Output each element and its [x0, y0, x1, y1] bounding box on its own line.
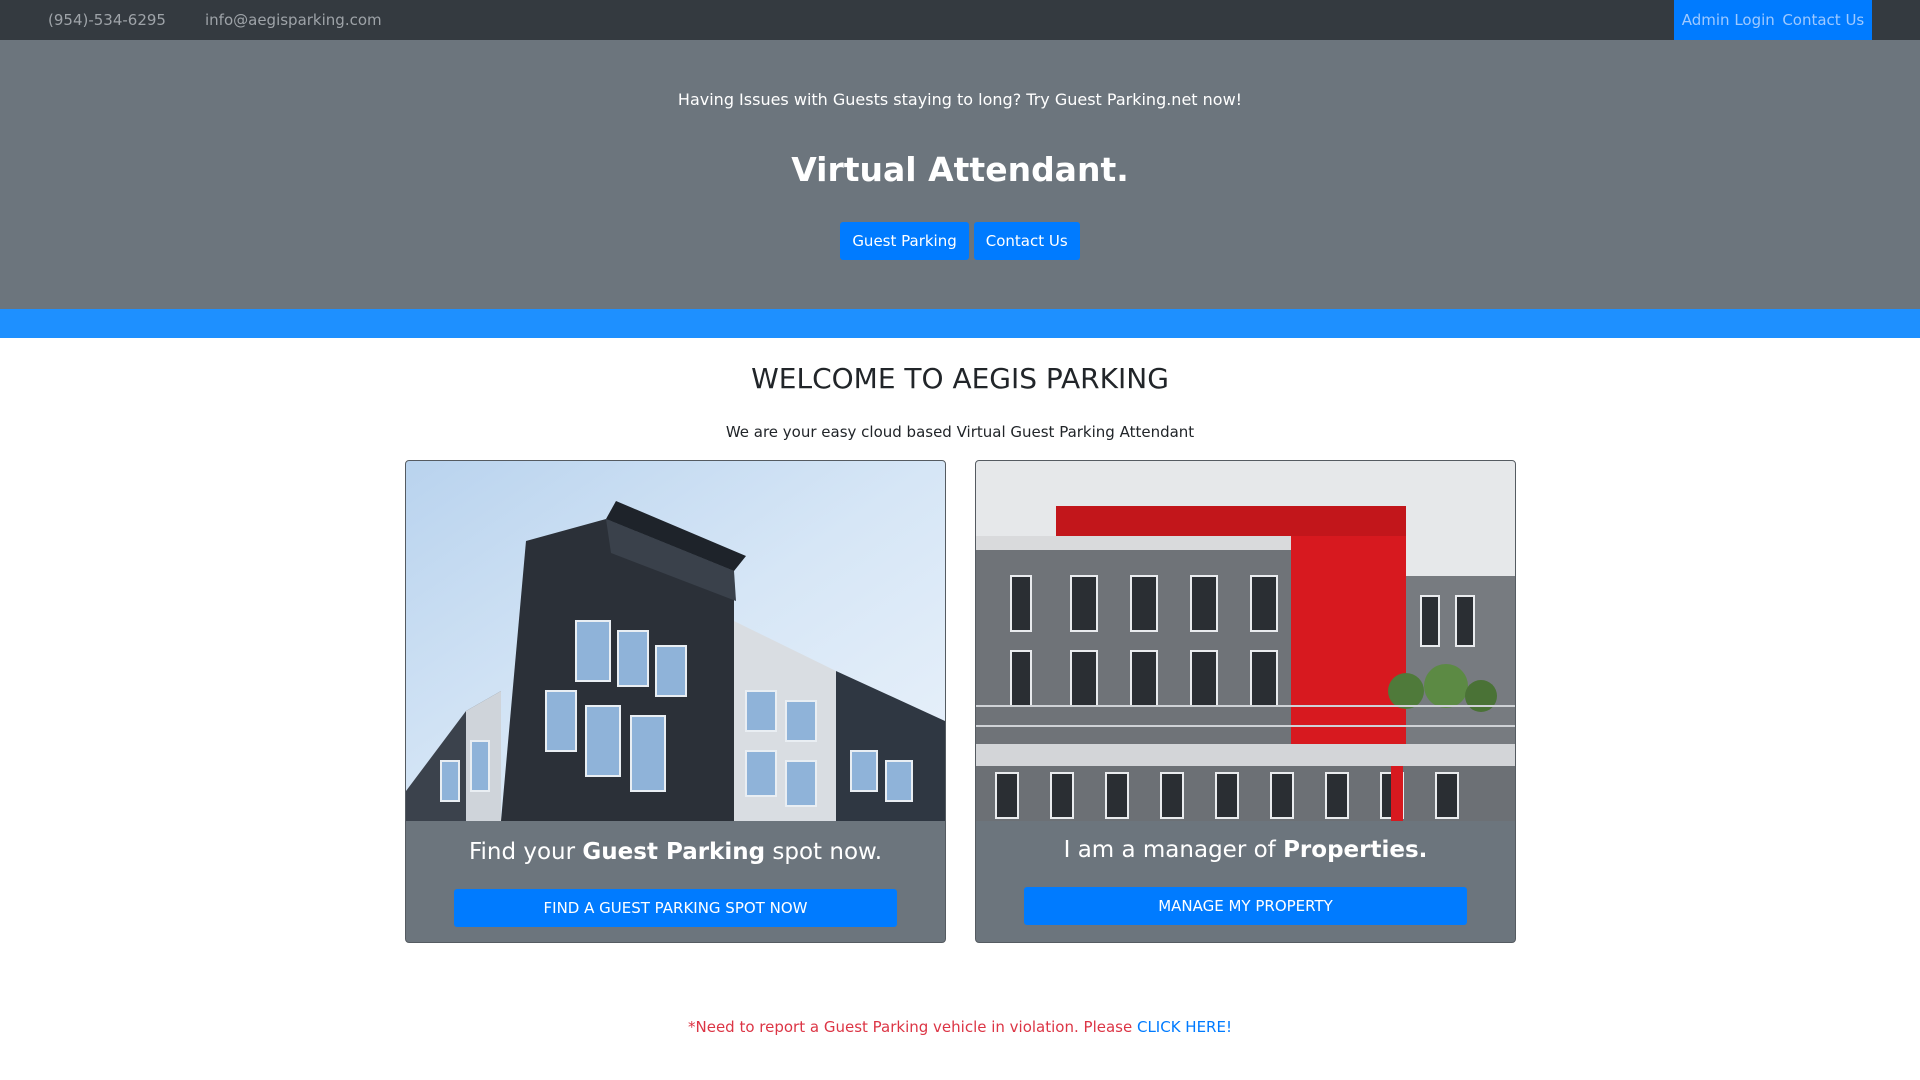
manager-caption-text: I am a manager of	[1063, 837, 1284, 863]
guest-parking-button[interactable]: Guest Parking	[840, 222, 969, 260]
guest-caption-bold: Guest Parking	[582, 839, 766, 865]
guest-card-caption: Find your Guest Parking spot now.	[406, 839, 945, 865]
hero-section: Having Issues with Guests staying to lon…	[0, 40, 1920, 309]
red-building-image	[976, 461, 1515, 821]
find-guest-parking-button[interactable]: FIND A GUEST PARKING SPOT NOW	[454, 889, 897, 927]
top-bar: (954)-534-6295 info@aegisparking.com Adm…	[0, 0, 1920, 40]
top-nav: Admin Login Contact Us	[1674, 0, 1872, 40]
property-manager-card: I am a manager of Properties. MANAGE MY …	[975, 460, 1516, 943]
welcome-subtitle: We are your easy cloud based Virtual Gue…	[725, 423, 1195, 441]
hero-tagline: Having Issues with Guests staying to lon…	[677, 90, 1243, 109]
manager-card-caption: I am a manager of Properties.	[976, 837, 1515, 863]
top-contact-us-link[interactable]: Contact Us	[1782, 11, 1864, 29]
manage-property-button[interactable]: MANAGE MY PROPERTY	[1024, 887, 1467, 925]
violation-report-text: *Need to report a Guest Parking vehicle …	[688, 1018, 1137, 1036]
manager-caption-bold: Properties.	[1283, 837, 1428, 863]
phone-number: (954)-534-6295	[48, 11, 166, 29]
modern-building-image	[406, 461, 945, 821]
report-click-here-link[interactable]: CLICK HERE!	[1137, 1018, 1232, 1036]
violation-report-notice: *Need to report a Guest Parking vehicle …	[0, 1018, 1920, 1036]
guest-caption-end: spot now.	[765, 839, 883, 865]
hero-buttons: Guest Parking Contact Us	[0, 222, 1920, 260]
accent-divider	[0, 309, 1920, 338]
admin-login-link[interactable]: Admin Login	[1682, 11, 1775, 29]
guest-parking-card: Find your Guest Parking spot now. FIND A…	[405, 460, 946, 943]
hero-headline: Virtual Attendant.	[791, 150, 1129, 189]
contact-us-button[interactable]: Contact Us	[973, 222, 1080, 260]
welcome-title: WELCOME TO AEGIS PARKING	[751, 362, 1169, 395]
guest-caption-text: Find your	[468, 839, 583, 865]
email-address: info@aegisparking.com	[205, 11, 382, 29]
